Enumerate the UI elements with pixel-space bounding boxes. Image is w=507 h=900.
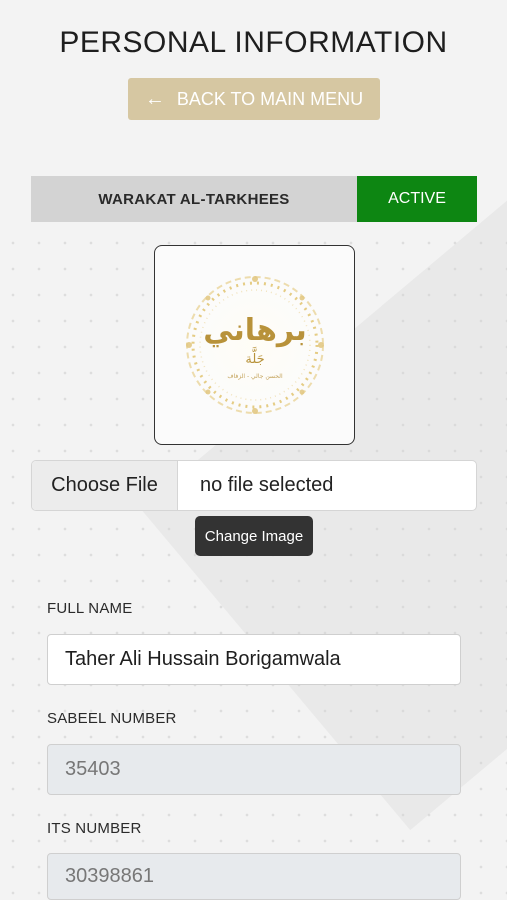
full-name-field[interactable]: Taher Ali Hussain Borigamwala (47, 634, 461, 685)
sabeel-number-field: 35403 (47, 744, 461, 795)
logo-arabic-main: برهاني (203, 313, 307, 348)
change-image-button[interactable]: Change Image (195, 516, 313, 556)
full-name-label: FULL NAME (47, 600, 133, 617)
document-status-bar: WARAKAT AL-TARKHEES ACTIVE (31, 176, 477, 222)
profile-image: برهاني جَلَّة الحسن جالي - الزفاف (154, 245, 355, 445)
file-input[interactable]: Choose File no file selected (31, 460, 477, 511)
document-name: WARAKAT AL-TARKHEES (31, 176, 357, 222)
page: PERSONAL INFORMATION ← BACK TO MAIN MENU… (0, 0, 507, 900)
choose-file-button[interactable]: Choose File (32, 461, 178, 510)
its-number-field: 30398861 (47, 853, 461, 900)
logo-arabic-small: الحسن جالي - الزفاف (227, 373, 283, 380)
arrow-left-icon: ← (144, 88, 165, 110)
burhani-logo: برهاني جَلَّة الحسن جالي - الزفاف (184, 275, 325, 415)
its-number-label: ITS NUMBER (47, 820, 142, 837)
sabeel-number-label: SABEEL NUMBER (47, 710, 177, 727)
file-status-text: no file selected (200, 474, 334, 496)
back-to-main-menu-button[interactable]: ← BACK TO MAIN MENU (128, 78, 380, 120)
back-button-label: BACK TO MAIN MENU (176, 88, 364, 109)
page-title: PERSONAL INFORMATION (59, 26, 448, 59)
status-badge: ACTIVE (357, 176, 477, 222)
